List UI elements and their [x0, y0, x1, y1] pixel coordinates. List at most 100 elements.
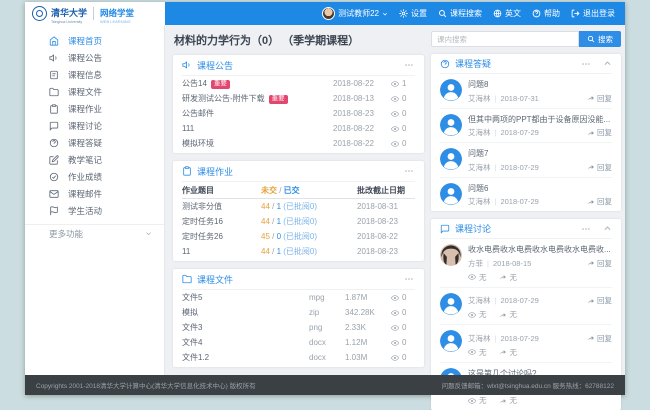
qa-date: 2018-07-29 — [500, 128, 538, 137]
folder-icon — [182, 274, 192, 284]
assignment-title[interactable]: 定时任务26 — [182, 232, 223, 241]
help-label: 帮助 — [544, 8, 560, 19]
sidebar-item-grades[interactable]: 作业成绩 — [25, 168, 164, 185]
logout-button[interactable]: 退出登录 — [571, 8, 615, 19]
more-menu-icon[interactable] — [403, 60, 415, 70]
course-search-button[interactable]: 课程搜索 — [438, 8, 482, 19]
search-button[interactable]: 搜索 — [579, 31, 621, 47]
language-button[interactable]: 英文 — [493, 8, 521, 19]
view-count: 0 — [402, 94, 406, 103]
file-row: 文件5 mpg 1.87M 0 — [182, 290, 415, 305]
assignment-title[interactable]: 11 — [182, 247, 190, 256]
reply-button[interactable]: 回复 — [587, 127, 612, 138]
mail-icon — [49, 189, 59, 199]
announcement-title[interactable]: 111 — [182, 124, 194, 133]
sidebar-item-mail[interactable]: 课程邮件 — [25, 185, 164, 202]
search-input[interactable] — [431, 31, 579, 47]
file-row: 文件1.2 docx 1.03M 0 — [182, 350, 415, 365]
qa-item[interactable]: 问题8 艾海林| 2018-07-31 回复 — [440, 74, 612, 109]
assignment-row: 测试非分值 44 / 1 (已批阅0) 2018-08-31 — [182, 199, 415, 214]
discussion-item[interactable]: 收水电费收水电费收水电费收水电费收... 方菲| 2018-08-15 回复 无… — [440, 239, 612, 288]
discussion-item[interactable]: 艾海林| 2018-07-29 回复 无 无 — [440, 288, 612, 326]
person-avatar-icon — [440, 330, 462, 352]
clipboard-icon — [182, 166, 192, 176]
replies-none: 无 — [510, 309, 518, 320]
sidebar-item-course-info[interactable]: 课程信息 — [25, 66, 164, 83]
discussion-item[interactable]: 艾海林| 2018-07-29 回复 无 无 — [440, 325, 612, 363]
sidebar-item-announcements[interactable]: 课程公告 — [25, 49, 164, 66]
qa-item[interactable]: 但其中两项的PPT都由于设备原因没能... 艾海林| 2018-07-29 回复 — [440, 109, 612, 144]
file-name[interactable]: 文件5 — [182, 293, 202, 302]
eye-icon — [391, 309, 399, 317]
file-row: 模拟 zip 342.28K 0 — [182, 305, 415, 320]
sidebar-item-discussion[interactable]: 课程讨论 — [25, 117, 164, 134]
file-name[interactable]: 文件3 — [182, 323, 202, 332]
more-menu-icon[interactable] — [580, 224, 592, 234]
settings-label: 设置 — [411, 8, 427, 19]
sidebar-item-student-activity[interactable]: 学生活动 — [25, 202, 164, 219]
chevron-up-icon[interactable] — [603, 59, 612, 68]
sidebar-item-course-files[interactable]: 课程文件 — [25, 83, 164, 100]
sidebar-more-functions[interactable]: 更多功能 — [25, 224, 164, 242]
reviewed-count: (已批阅0) — [283, 232, 317, 241]
person-avatar-icon — [440, 148, 462, 170]
assignment-deadline: 2018-08-23 — [357, 217, 415, 226]
discussion-title[interactable]: 收水电费收水电费收水电费收水电费收... — [468, 244, 612, 255]
announcement-title[interactable]: 研发测试公告-附件下载 — [182, 94, 265, 103]
person-avatar-icon — [440, 293, 462, 315]
reply-button[interactable]: 回复 — [587, 162, 612, 173]
discussion-author: 艾海林 — [468, 295, 491, 306]
announcement-title[interactable]: 公告邮件 — [182, 109, 214, 118]
reply-arrow-icon — [499, 311, 507, 319]
sidebar-item-assignments[interactable]: 课程作业 — [25, 100, 164, 117]
more-menu-icon[interactable] — [403, 166, 415, 176]
reply-button[interactable]: 回复 — [587, 258, 612, 269]
sidebar-item-notes[interactable]: 教学笔记 — [25, 151, 164, 168]
qa-author: 艾海林 — [468, 93, 491, 104]
reply-button[interactable]: 回复 — [587, 196, 612, 207]
file-name[interactable]: 模拟 — [182, 308, 198, 317]
qa-author: 艾海林 — [468, 196, 491, 207]
university-name-en: Tsinghua University — [51, 20, 83, 24]
chat-icon — [49, 121, 59, 131]
reply-arrow-icon — [499, 397, 507, 405]
qa-item[interactable]: 问题7 艾海林| 2018-07-29 回复 — [440, 143, 612, 178]
qa-title[interactable]: 问题8 — [468, 79, 612, 90]
reply-button[interactable]: 回复 — [587, 295, 612, 306]
file-type: docx — [309, 338, 345, 347]
reply-arrow-icon — [587, 198, 595, 206]
qa-title[interactable]: 问题6 — [468, 183, 612, 194]
eye-icon — [468, 311, 476, 319]
qa-title[interactable]: 但其中两项的PPT都由于设备原因没能... — [468, 114, 612, 125]
view-count: 0 — [402, 293, 406, 302]
view-count: 0 — [402, 338, 406, 347]
file-name[interactable]: 文件4 — [182, 338, 202, 347]
reply-button[interactable]: 回复 — [587, 93, 612, 104]
announcement-title[interactable]: 模拟环境 — [182, 139, 214, 148]
more-menu-icon[interactable] — [403, 274, 415, 284]
assignment-title[interactable]: 测试非分值 — [182, 202, 222, 211]
chevron-up-icon[interactable] — [603, 224, 612, 233]
main-content: 材料的力学行为（0） （季学期课程） 课程公告 公告14重要 2018-08-2… — [165, 25, 431, 375]
qa-item[interactable]: 问题6 艾海林| 2018-07-29 回复 — [440, 178, 612, 212]
announcement-title[interactable]: 公告14 — [182, 79, 207, 88]
app-window: 清华大学 Tsinghua University 网络学堂 WEB LEARNI… — [25, 2, 625, 395]
user-menu[interactable]: 测试教师22 — [322, 7, 388, 20]
settings-button[interactable]: 设置 — [399, 8, 427, 19]
reply-button[interactable]: 回复 — [587, 333, 612, 344]
views-none: 无 — [479, 347, 487, 358]
qa-title[interactable]: 问题7 — [468, 148, 612, 159]
file-type: png — [309, 323, 345, 332]
file-size: 1.87M — [345, 293, 391, 302]
sidebar-item-course-home[interactable]: 课程首页 — [25, 32, 164, 49]
eye-icon — [391, 324, 399, 332]
eye-icon — [391, 339, 399, 347]
assignment-title[interactable]: 定时任务16 — [182, 217, 223, 226]
search-icon — [438, 9, 447, 18]
gear-icon — [399, 9, 408, 18]
more-menu-icon[interactable] — [580, 59, 592, 69]
file-name[interactable]: 文件1.2 — [182, 353, 209, 362]
help-button[interactable]: 帮助 — [532, 8, 560, 19]
sidebar-item-qa[interactable]: 课程答疑 — [25, 134, 164, 151]
megaphone-icon — [49, 53, 59, 63]
